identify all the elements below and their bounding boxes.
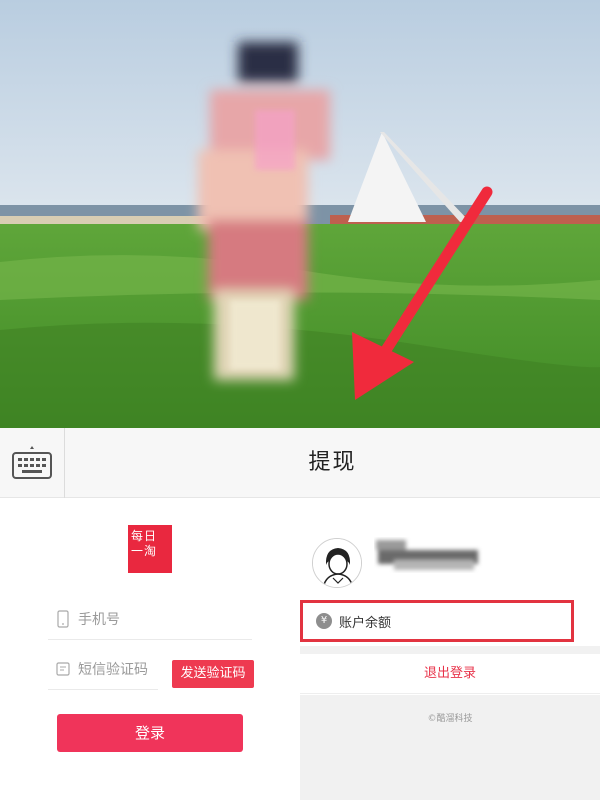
section-divider [300,646,600,654]
logout-button[interactable]: 退出登录 [300,654,600,694]
avatar[interactable] [312,538,362,588]
sms-icon [56,662,70,676]
background-photo [0,0,600,428]
app-logo: 每日 一淘 [128,525,172,573]
logo-line-1: 每日 [131,529,158,543]
login-button[interactable]: 登录 [57,714,243,752]
copyright-text: ©酷溜科技 [427,714,473,724]
phone-placeholder: 手机号 [78,612,120,628]
sms-code-placeholder: 短信验证码 [78,662,148,678]
account-balance-row[interactable]: ¥ 账户余额 [300,600,574,642]
header-bar: 提现 [0,428,600,498]
phone-icon [57,610,69,628]
keyboard-icon [12,446,52,479]
logo-line-2: 一淘 [131,544,158,558]
account-balance-label: 账户余额 [339,616,392,631]
username-redacted [376,540,478,570]
send-code-button[interactable]: 发送验证码 [172,660,254,688]
user-avatar-icon [313,539,361,587]
account-panel: ¥ 账户余额 退出登录 ©酷溜科技 [300,498,600,800]
yuan-icon: ¥ [316,613,332,629]
sms-code-field[interactable]: 短信验证码 [48,650,158,690]
phone-field[interactable]: 手机号 [48,600,252,640]
keyboard-toggle-button[interactable] [0,428,65,498]
page-title: 提现 [308,450,357,475]
footer: ©酷溜科技 [300,695,600,800]
login-panel: 每日 一淘 手机号 短信验证码 发送验证码 登录 [0,498,300,800]
